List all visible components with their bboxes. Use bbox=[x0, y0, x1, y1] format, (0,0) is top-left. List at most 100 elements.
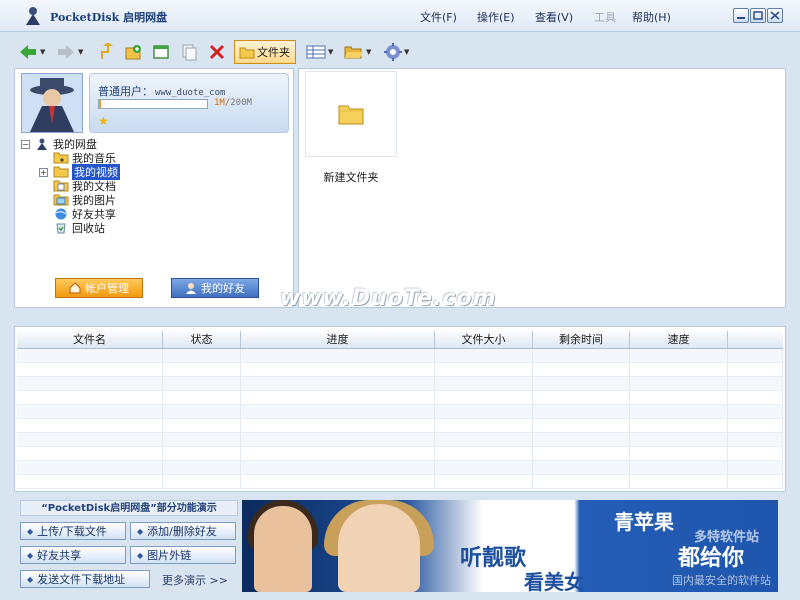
forward-button[interactable]: ▼ bbox=[56, 40, 83, 64]
table-cell bbox=[533, 447, 630, 460]
table-cell bbox=[17, 363, 163, 376]
diamond-icon: ◆ bbox=[137, 526, 144, 536]
demo-image-link-button[interactable]: ◆ 图片外链 bbox=[130, 546, 236, 564]
new-folder-label[interactable]: 新建文件夹 bbox=[305, 169, 397, 185]
table-row[interactable] bbox=[17, 461, 783, 475]
menu-help[interactable]: 帮助(H) bbox=[632, 9, 671, 25]
table-cell bbox=[17, 405, 163, 418]
quota-total: /200M bbox=[224, 98, 252, 108]
app-logo-icon bbox=[26, 7, 40, 25]
tree-item-music[interactable]: 我的音乐 bbox=[53, 151, 116, 165]
add-button[interactable] bbox=[124, 40, 142, 64]
demo-friend-share-button[interactable]: ◆ 好友共享 bbox=[20, 546, 126, 564]
table-cell bbox=[630, 405, 728, 418]
friend-icon bbox=[186, 283, 196, 294]
transfer-list: 文件名 状态 进度 文件大小 剩余时间 速度 bbox=[14, 326, 786, 492]
menu-tools[interactable]: 工具 bbox=[594, 9, 616, 25]
table-row[interactable] bbox=[17, 475, 783, 489]
table-cell bbox=[241, 475, 435, 488]
banner-slogan: 青苹果 bbox=[614, 510, 674, 534]
demo-send-link-button[interactable]: ◆ 发送文件下载地址 bbox=[20, 570, 150, 588]
table-row[interactable] bbox=[17, 391, 783, 405]
view-mode-button[interactable]: ▼ bbox=[306, 40, 333, 64]
back-button[interactable]: ▼ bbox=[18, 40, 45, 64]
table-cell bbox=[163, 433, 241, 446]
tree-root[interactable]: − 我的网盘 bbox=[21, 137, 97, 151]
table-row[interactable] bbox=[17, 433, 783, 447]
col-extra[interactable] bbox=[728, 331, 783, 348]
tree-item-recycle[interactable]: 回收站 bbox=[53, 221, 105, 235]
up-button[interactable] bbox=[98, 40, 116, 64]
table-row[interactable] bbox=[17, 349, 783, 363]
col-filename[interactable]: 文件名 bbox=[17, 331, 163, 348]
table-cell bbox=[533, 405, 630, 418]
chevron-down-icon: ▼ bbox=[40, 48, 46, 56]
table-cell bbox=[728, 405, 783, 418]
delete-button[interactable] bbox=[208, 40, 226, 64]
toolbar: ▼ ▼ 文件夹 ▼ ▼ ▼ bbox=[8, 36, 792, 68]
open-folder-icon bbox=[344, 46, 363, 59]
table-row[interactable] bbox=[17, 377, 783, 391]
demo-button-label: 发送文件下载地址 bbox=[37, 573, 126, 586]
tree-item-documents[interactable]: 我的文档 bbox=[53, 179, 116, 193]
col-filesize[interactable]: 文件大小 bbox=[435, 331, 533, 348]
more-demo-link[interactable]: 更多演示 >> bbox=[162, 572, 228, 588]
table-row[interactable] bbox=[17, 419, 783, 433]
site-brand-watermark: 多特软件站 bbox=[694, 530, 760, 545]
menu-operate[interactable]: 操作(E) bbox=[477, 9, 515, 25]
my-friends-button[interactable]: 我的好友 bbox=[171, 278, 259, 298]
minimize-icon bbox=[737, 17, 745, 19]
close-button[interactable] bbox=[767, 8, 783, 23]
banner-figure bbox=[254, 506, 312, 592]
table-cell bbox=[630, 349, 728, 362]
documents-folder-icon bbox=[53, 180, 69, 192]
folder-icon bbox=[239, 47, 255, 58]
table-cell bbox=[728, 447, 783, 460]
table-cell bbox=[728, 377, 783, 390]
table-row[interactable] bbox=[17, 447, 783, 461]
minimize-button[interactable] bbox=[733, 8, 749, 23]
tree-item-video[interactable]: + 我的视频 bbox=[39, 164, 120, 180]
table-cell bbox=[17, 419, 163, 432]
diamond-icon: ◆ bbox=[27, 550, 34, 560]
collapse-icon[interactable]: − bbox=[21, 139, 30, 149]
tree-item-shared[interactable]: 好友共享 bbox=[53, 207, 116, 221]
table-cell bbox=[435, 391, 533, 404]
promo-banner[interactable]: 听靓歌 看美女 青苹果 都给你 多特软件站 国内最安全的软件站 bbox=[242, 500, 778, 592]
menu-view[interactable]: 查看(V) bbox=[535, 9, 573, 25]
menu-file[interactable]: 文件(F) bbox=[420, 9, 457, 25]
table-cell bbox=[17, 433, 163, 446]
banner-slogan: 看美女 bbox=[524, 570, 584, 592]
maximize-button[interactable] bbox=[750, 8, 766, 23]
account-management-button[interactable]: 帐户管理 bbox=[55, 278, 143, 298]
network-disk-icon bbox=[37, 138, 47, 150]
col-progress[interactable]: 进度 bbox=[241, 331, 435, 348]
col-status[interactable]: 状态 bbox=[163, 331, 241, 348]
settings-button[interactable]: ▼ bbox=[384, 40, 409, 64]
table-row[interactable] bbox=[17, 363, 783, 377]
table-row[interactable] bbox=[17, 405, 783, 419]
col-remaining-time[interactable]: 剩余时间 bbox=[533, 331, 630, 348]
new-folder-tile[interactable] bbox=[305, 71, 397, 157]
open-folder-button[interactable]: ▼ bbox=[344, 40, 371, 64]
music-folder-icon bbox=[53, 152, 69, 164]
table-cell bbox=[533, 391, 630, 404]
demo-upload-download-button[interactable]: ◆ 上传/下载文件 bbox=[20, 522, 126, 540]
table-cell bbox=[630, 363, 728, 376]
window-button[interactable] bbox=[152, 40, 170, 64]
table-cell bbox=[728, 475, 783, 488]
forward-arrow-icon bbox=[58, 45, 74, 59]
demo-add-remove-friend-button[interactable]: ◆ 添加/删除好友 bbox=[130, 522, 236, 540]
watermark-text: www.DuoTe.com bbox=[280, 286, 497, 311]
table-cell bbox=[533, 433, 630, 446]
tree-item-pictures[interactable]: 我的图片 bbox=[53, 193, 116, 207]
folder-toggle-button[interactable]: 文件夹 bbox=[234, 40, 296, 64]
copy-button[interactable] bbox=[180, 40, 198, 64]
table-cell bbox=[17, 475, 163, 488]
chevron-down-icon: ▼ bbox=[366, 48, 372, 56]
col-speed[interactable]: 速度 bbox=[630, 331, 728, 348]
user-info: 普通用户： www_duote_com bbox=[98, 83, 225, 99]
table-cell bbox=[533, 419, 630, 432]
expand-icon[interactable]: + bbox=[39, 167, 48, 177]
table-cell bbox=[630, 377, 728, 390]
